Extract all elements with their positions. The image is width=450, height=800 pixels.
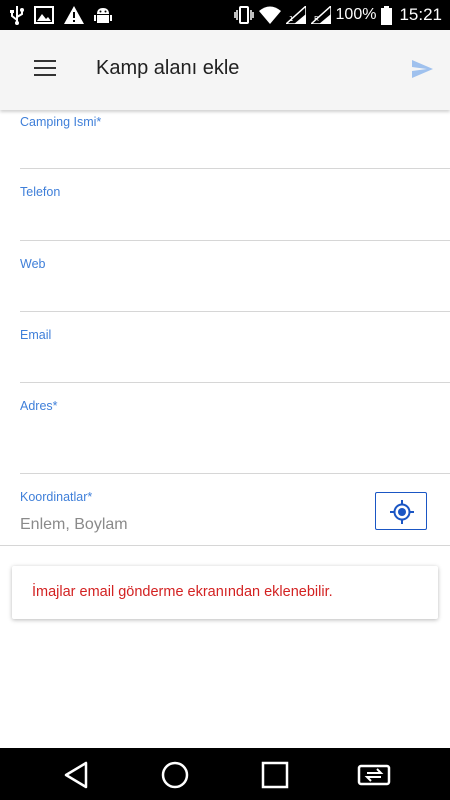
web-label: Web bbox=[20, 257, 46, 271]
status-bar-notifications bbox=[10, 5, 112, 25]
page-title: Kamp alanı ekle bbox=[96, 57, 240, 79]
battery-icon bbox=[381, 5, 393, 25]
back-icon[interactable] bbox=[62, 760, 92, 790]
image-icon bbox=[34, 6, 54, 24]
coordinates-input[interactable] bbox=[20, 512, 360, 538]
signal-roaming-icon: R bbox=[310, 6, 331, 24]
camping-name-input[interactable] bbox=[20, 136, 350, 164]
email-field: Email bbox=[0, 312, 450, 383]
camping-name-label: Camping Ismi* bbox=[20, 115, 102, 129]
phone-field: Telefon bbox=[0, 170, 450, 241]
wifi-icon bbox=[258, 6, 281, 24]
phone-input[interactable] bbox=[20, 206, 350, 234]
web-input[interactable] bbox=[20, 278, 350, 306]
home-icon[interactable] bbox=[160, 760, 190, 790]
battery-percent: 100% bbox=[335, 6, 377, 23]
usb-icon bbox=[10, 6, 24, 25]
email-input[interactable] bbox=[20, 349, 350, 377]
email-label: Email bbox=[20, 328, 52, 342]
app-bar: Kamp alanı ekle bbox=[0, 30, 450, 110]
coordinates-label: Koordinatlar* bbox=[20, 490, 93, 504]
camping-name-underline bbox=[20, 168, 450, 169]
address-field: Adres* bbox=[0, 383, 450, 474]
status-bar: 1 R 100% 15:21 bbox=[0, 0, 450, 30]
hamburger-menu-icon[interactable] bbox=[34, 60, 56, 78]
switch-app-icon[interactable] bbox=[356, 760, 392, 790]
camping-name-field: Camping Ismi* bbox=[0, 110, 450, 170]
info-message-card: İmajlar email gönderme ekranından eklene… bbox=[12, 566, 438, 619]
signal-icon: 1 bbox=[285, 6, 306, 24]
gps-locate-icon bbox=[390, 500, 414, 524]
send-icon[interactable] bbox=[410, 57, 434, 81]
navigation-bar bbox=[0, 748, 450, 800]
android-debug-icon bbox=[94, 8, 112, 23]
vibrate-icon bbox=[233, 6, 254, 24]
coordinates-underline bbox=[0, 545, 450, 546]
clock: 15:21 bbox=[399, 5, 442, 24]
status-bar-system: 1 R 100% 15:21 bbox=[233, 5, 442, 25]
svg-text:1: 1 bbox=[289, 15, 293, 23]
alert-icon bbox=[64, 6, 84, 24]
web-field: Web bbox=[0, 241, 450, 312]
info-message-text: İmajlar email gönderme ekranından eklene… bbox=[32, 584, 333, 600]
svg-text:R: R bbox=[314, 15, 319, 23]
address-input[interactable] bbox=[20, 420, 350, 448]
gps-locate-button[interactable] bbox=[375, 492, 427, 530]
address-label: Adres* bbox=[20, 399, 58, 413]
phone-label: Telefon bbox=[20, 185, 61, 199]
recents-icon[interactable] bbox=[260, 760, 290, 790]
